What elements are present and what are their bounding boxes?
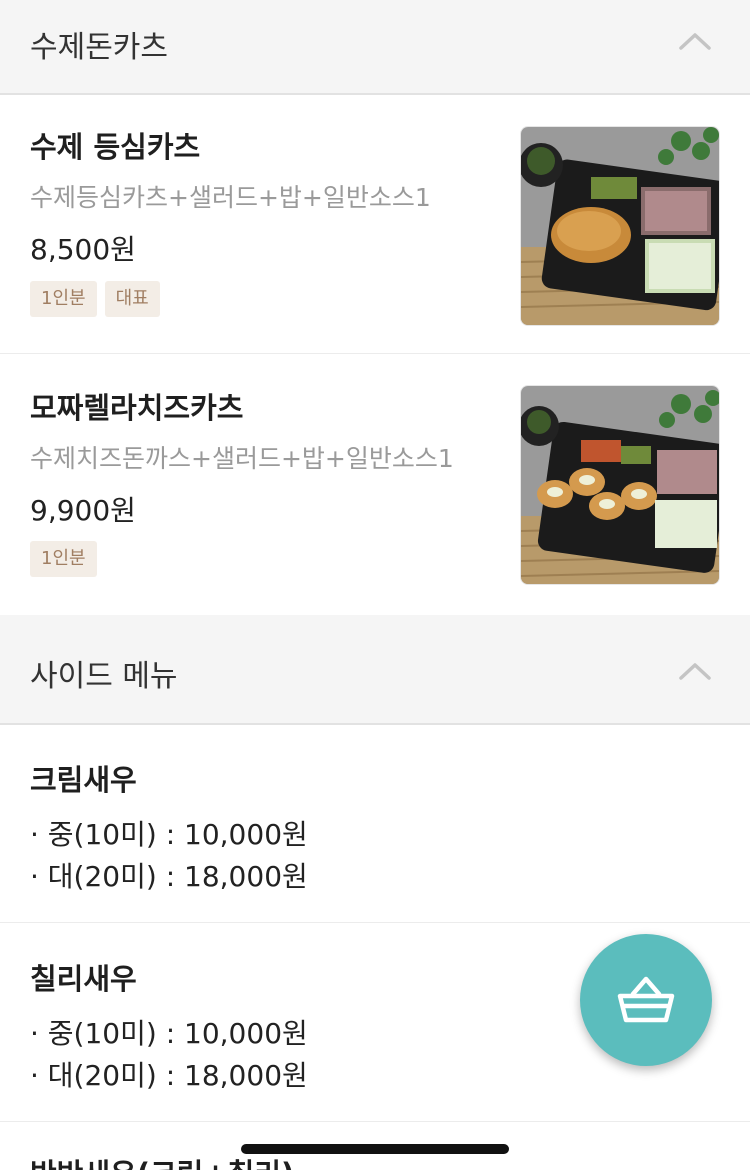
- section-header-main[interactable]: 수제돈카츠: [0, 0, 750, 95]
- section-header-side[interactable]: 사이드 메뉴: [0, 615, 750, 725]
- menu-item-tags: 1인분 대표: [30, 281, 160, 317]
- cheese-katsu-bento-photo: [521, 386, 719, 584]
- side-item-name: 크림새우: [30, 763, 137, 797]
- basket-icon: [617, 976, 675, 1023]
- tag-signature: 대표: [104, 281, 160, 317]
- tag-serving: 1인분: [30, 281, 97, 317]
- menu-item-name: 수제 등심카츠: [30, 130, 201, 164]
- menu-item-name: 모짜렐라치즈카츠: [30, 391, 244, 425]
- side-item-option: · 대(20미) : 18,000원: [30, 1059, 308, 1092]
- menu-item[interactable]: 수제 등심카츠 수제등심카츠+샐러드+밥+일반소스1 8,500원 1인분 대표: [0, 96, 750, 354]
- side-item-name: 칠리새우: [30, 962, 137, 996]
- cart-button[interactable]: [580, 934, 712, 1066]
- tag-serving: 1인분: [30, 541, 97, 577]
- chevron-up-icon[interactable]: [678, 30, 712, 52]
- side-item-option: · 중(10미) : 10,000원: [30, 1017, 308, 1050]
- menu-item-price: 9,900원: [30, 494, 136, 527]
- menu-item[interactable]: 모짜렐라치즈카츠 수제치즈돈까스+샐러드+밥+일반소스1 9,900원 1인분: [0, 355, 750, 615]
- menu-item-price: 8,500원: [30, 233, 136, 266]
- side-menu-item[interactable]: 크림새우 · 중(10미) : 10,000원 · 대(20미) : 18,00…: [0, 725, 750, 923]
- menu-item-thumbnail[interactable]: [520, 126, 720, 326]
- section-title: 사이드 메뉴: [30, 659, 178, 694]
- home-indicator: [241, 1144, 509, 1154]
- menu-item-tags: 1인분: [30, 541, 97, 577]
- chevron-up-icon[interactable]: [678, 660, 712, 682]
- tonkatsu-bento-photo: [521, 127, 719, 325]
- menu-item-description: 수제치즈돈까스+샐러드+밥+일반소스1: [30, 444, 454, 473]
- section-title: 수제돈카츠: [30, 30, 168, 65]
- side-item-option: · 중(10미) : 10,000원: [30, 818, 308, 851]
- menu-item-description: 수제등심카츠+샐러드+밥+일반소스1: [30, 183, 431, 212]
- menu-item-thumbnail[interactable]: [520, 385, 720, 585]
- side-item-option: · 대(20미) : 18,000원: [30, 860, 308, 893]
